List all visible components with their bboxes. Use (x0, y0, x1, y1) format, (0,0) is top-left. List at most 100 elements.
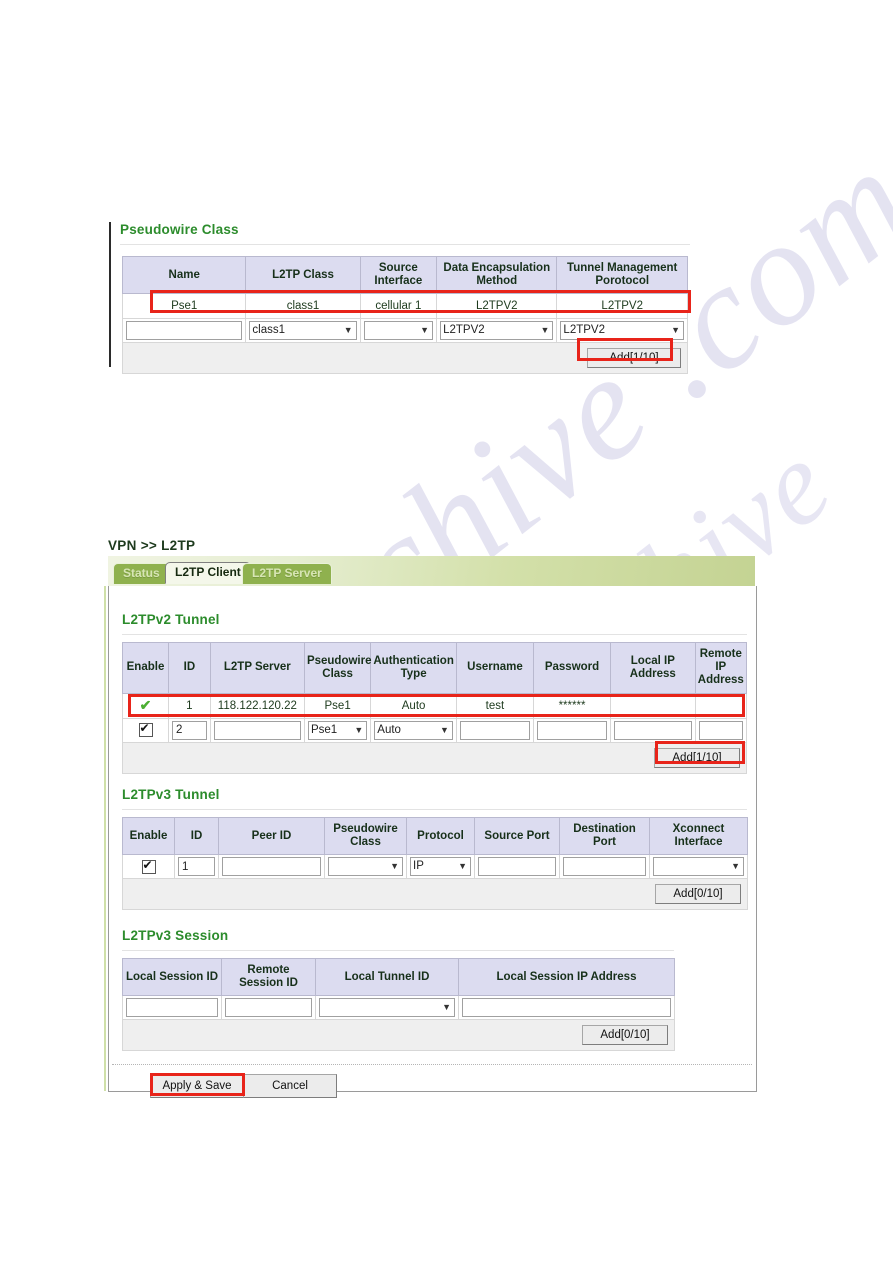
l2tpv2-password-input[interactable] (536, 720, 608, 740)
l2tpv3-source-port-input[interactable] (478, 857, 556, 877)
cell-l2tp-class-select: class1 ▼ (245, 318, 361, 344)
cell-remote-session-id-input (221, 995, 316, 1021)
local-session-id-input[interactable] (126, 998, 218, 1018)
l2tpv3-session-table: Local Session ID Remote Session ID Local… (122, 957, 675, 1052)
remote-session-id-input[interactable] (225, 998, 312, 1018)
l2tpv3-session-add-button[interactable]: Add[0/10] (582, 1025, 668, 1046)
l2tpv2-add-button[interactable]: Add[1/10] (654, 747, 740, 768)
local-session-ip-input[interactable] (462, 998, 671, 1018)
apply-and-save-button[interactable]: Apply & Save (150, 1074, 244, 1098)
cell-authentication-type: Auto (370, 692, 457, 719)
footer-actions: Apply & Save Cancel (150, 1074, 337, 1098)
chevron-down-icon: ▼ (440, 724, 449, 735)
cell-name: Pse1 (121, 293, 247, 320)
l2tpv3-tunnel-section: L2TPv3 Tunnel Enable ID Peer ID Pseudowi… (122, 787, 748, 911)
l2tpv2-id-input[interactable] (172, 720, 207, 740)
l2tpv3-session-title: L2TPv3 Session (122, 928, 229, 943)
col-l2tp-class: L2TP Class (245, 255, 361, 295)
l2tpv2-l2tp-server-input[interactable] (213, 720, 301, 740)
l2tpv2-remote-ip-input[interactable] (698, 720, 743, 740)
l2tpv2-username-input[interactable] (459, 720, 530, 740)
l2tpv3-session-section: L2TPv3 Session Local Session ID Remote S… (122, 928, 675, 1052)
col-authentication-type: Authentication Type (370, 642, 457, 694)
tab-l2tp-client[interactable]: L2TP Client (165, 562, 251, 584)
chevron-down-icon: ▼ (354, 724, 364, 735)
cell-password-input (532, 717, 612, 743)
table-input-row: class1 ▼ ▼ L2TPV2 ▼ L2TPV2 ▼ (121, 318, 688, 344)
cell-source-interface-select: ▼ (359, 318, 438, 344)
col-destination-port: Destination Port (559, 816, 650, 856)
pw-tunnel-management-select[interactable]: L2TPV2 ▼ (560, 321, 684, 341)
pw-name-input[interactable] (126, 321, 243, 341)
col-remote-session-id: Remote Session ID (221, 957, 316, 997)
l2tpv3-enable-checkbox[interactable] (141, 858, 156, 874)
cell-username: test (455, 692, 534, 719)
l2tpv3-protocol-value: IP (413, 860, 424, 873)
table-input-row: ▼ IP ▼ (122, 854, 748, 880)
cell-enable: ✔ (121, 692, 170, 719)
col-l2tp-server: L2TP Server (209, 642, 305, 694)
cell-source-interface: cellular 1 (359, 293, 438, 320)
table-header-row: Enable ID L2TP Server Pseudowire Class A… (121, 642, 748, 694)
breadcrumb: VPN >> L2TP (108, 538, 196, 553)
cell-source-port-input (474, 854, 560, 880)
page-root: chive .com manualsarchive Pseudowire Cla… (0, 0, 893, 1263)
l2tpv3-pseudowire-class-select[interactable]: ▼ (328, 857, 403, 877)
pseudowire-class-title: Pseudowire Class (120, 222, 239, 237)
chevron-down-icon: ▼ (671, 325, 680, 336)
cell-password: ****** (532, 692, 612, 719)
local-tunnel-id-select[interactable]: ▼ (319, 998, 455, 1018)
col-enable: Enable (121, 642, 170, 694)
col-pseudowire-class: Pseudowire Class (324, 816, 407, 856)
l2tpv2-authentication-type-select[interactable]: Auto ▼ (374, 720, 453, 740)
pseudowire-class-table: Name L2TP Class Source Interface Data En… (121, 255, 688, 375)
tab-status[interactable]: Status (113, 563, 170, 584)
l2tpv3-peer-id-input[interactable] (222, 857, 321, 877)
l2tpv2-pseudowire-class-value: Pse1 (310, 723, 338, 736)
panel-accent-rule (104, 586, 106, 1091)
table-row[interactable]: ✔ 1 118.122.120.22 Pse1 Auto test ****** (121, 692, 748, 719)
l2tpv3-tunnel-table: Enable ID Peer ID Pseudowire Class Proto… (122, 816, 748, 911)
table-action-row: Add[1/10] (122, 741, 747, 774)
cell-authentication-type-select: Auto ▼ (370, 717, 457, 743)
tab-l2tp-server[interactable]: L2TP Server (242, 563, 332, 584)
col-xconnect-interface: Xconnect Interface (649, 816, 748, 856)
l2tpv3-id-input[interactable] (178, 857, 215, 877)
l2tpv3-tunnel-title: L2TPv3 Tunnel (122, 787, 220, 802)
pw-add-button[interactable]: Add[1/10] (587, 348, 681, 369)
chevron-down-icon: ▼ (390, 861, 399, 872)
pw-data-encapsulation-value: L2TPV2 (443, 324, 485, 337)
cancel-button[interactable]: Cancel (243, 1074, 337, 1098)
table-input-row: ▼ (122, 995, 675, 1021)
l2tpv3-xconnect-interface-select[interactable]: ▼ (653, 857, 744, 877)
l2tpv2-local-ip-input[interactable] (614, 720, 692, 740)
cell-pseudowire-class: Pse1 (303, 692, 372, 719)
l2tpv2-enable-checkbox[interactable] (138, 721, 153, 738)
pw-source-interface-select[interactable]: ▼ (363, 321, 434, 341)
cell-local-tunnel-id-select: ▼ (315, 995, 459, 1021)
l2tpv3-add-button[interactable]: Add[0/10] (655, 884, 741, 905)
pw-data-encapsulation-select[interactable]: L2TPV2 ▼ (440, 321, 554, 341)
col-data-encapsulation-method: Data Encapsulation Method (436, 255, 558, 295)
col-username: Username (455, 642, 534, 694)
tab-bar: Status L2TP Client L2TP Server (108, 556, 755, 587)
table-header-row: Local Session ID Remote Session ID Local… (122, 957, 675, 997)
cell-protocol-select: IP ▼ (406, 854, 475, 880)
cell-l2tp-server: 118.122.120.22 (209, 692, 305, 719)
cell-username-input (455, 717, 534, 743)
table-input-row: Pse1 ▼ Auto ▼ (121, 717, 748, 743)
col-password: Password (532, 642, 612, 694)
pw-l2tp-class-select[interactable]: class1 ▼ (249, 321, 357, 341)
footer-separator (112, 1064, 752, 1065)
table-header-row: Enable ID Peer ID Pseudowire Class Proto… (122, 816, 748, 856)
l2tpv3-destination-port-input[interactable] (563, 857, 646, 877)
col-enable: Enable (122, 816, 175, 856)
cell-local-ip-input (610, 717, 696, 743)
l2tpv2-pseudowire-class-select[interactable]: Pse1 ▼ (307, 720, 368, 740)
l2tpv3-protocol-select[interactable]: IP ▼ (410, 857, 471, 877)
cell-local-session-id-input (122, 995, 222, 1021)
cell-add-action: Add[0/10] (122, 878, 748, 911)
cell-remote-ip (694, 692, 748, 719)
table-row[interactable]: Pse1 class1 cellular 1 L2TPV2 L2TPV2 (121, 293, 688, 320)
cell-local-session-ip-input (458, 995, 675, 1021)
